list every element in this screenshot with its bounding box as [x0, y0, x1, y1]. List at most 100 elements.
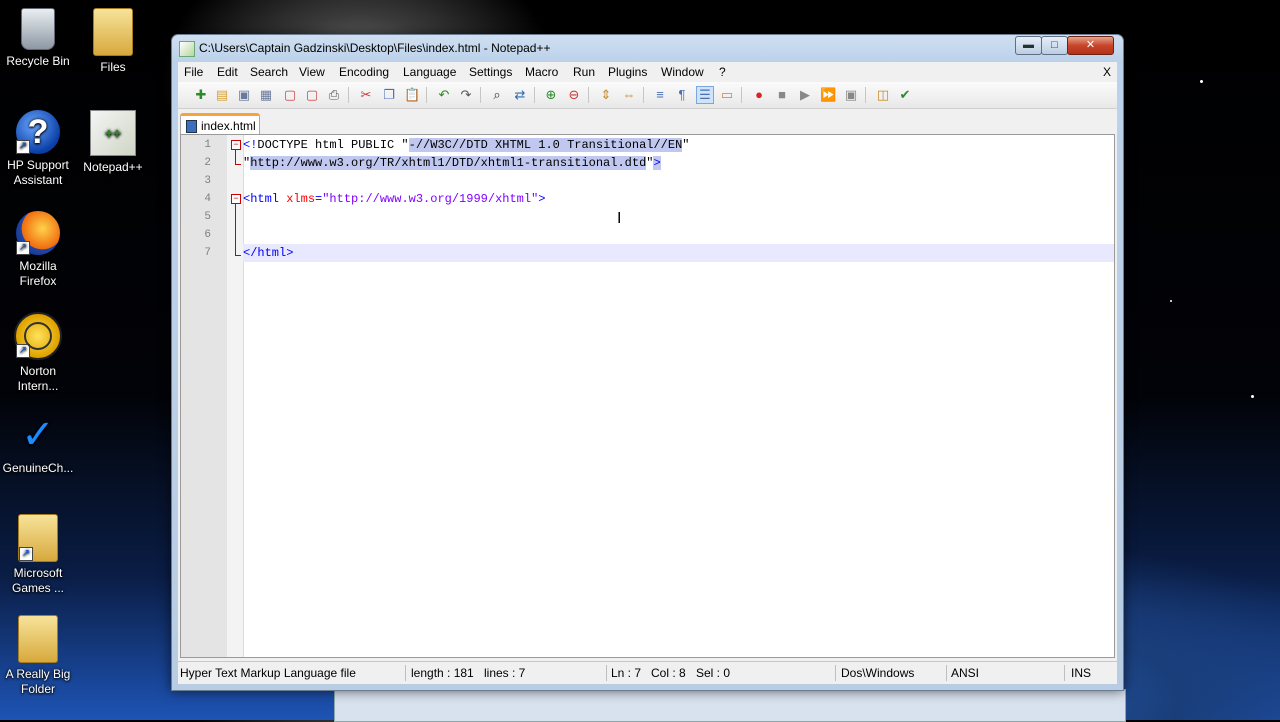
menu-edit[interactable]: Edit	[217, 65, 238, 79]
code-line[interactable]	[243, 208, 1114, 226]
find-icon[interactable]: ⌕	[489, 87, 505, 103]
close-icon[interactable]: ▢	[282, 87, 298, 103]
desktop-icon-label: A Really Big Folder	[5, 667, 71, 696]
code-token: -//W3C//DTD XHTML 1.0 Transitional//EN	[408, 138, 683, 152]
code-token: http://www.w3.org/TR/xhtml1/DTD/xhtml1-t…	[250, 156, 647, 170]
code-token: "	[682, 138, 690, 152]
notepadpp-icon: ++	[90, 110, 136, 156]
play-macro-icon[interactable]: ▶	[797, 87, 813, 103]
maximize-button[interactable]: □	[1041, 36, 1068, 55]
desktop-icon-recycle-bin[interactable]: Recycle Bin	[0, 8, 76, 69]
toolbar-separator	[426, 87, 427, 103]
replace-icon[interactable]: ⇄	[512, 87, 528, 103]
notepadpp-window: C:\Users\Captain Gadzinski\Desktop\Files…	[171, 34, 1124, 691]
close-button[interactable]: ✕	[1067, 36, 1114, 55]
run-macro-multiple-icon[interactable]: ⏩	[820, 87, 836, 103]
close-all-icon[interactable]: ▢	[304, 87, 320, 103]
menu-window[interactable]: Window	[661, 65, 704, 79]
background-window	[334, 689, 1126, 722]
cut-icon[interactable]: ✂	[358, 87, 374, 103]
toolbar-separator	[480, 87, 481, 103]
status-sel: Sel : 0	[696, 666, 731, 680]
minimize-button[interactable]: ▬	[1015, 36, 1042, 55]
save-all-icon[interactable]: ▦	[258, 87, 274, 103]
menu-view[interactable]: View	[299, 65, 325, 79]
new-file-icon[interactable]: ✚	[193, 87, 209, 103]
desktop-icon-norton[interactable]: ↗ Norton Intern...	[0, 312, 76, 394]
spell-check-icon[interactable]: ✔	[897, 87, 913, 103]
monitor-icon[interactable]: ◫	[875, 87, 891, 103]
desktop-icon-big-folder[interactable]: A Really Big Folder	[0, 615, 76, 697]
user-lang-icon[interactable]: ▭	[719, 87, 735, 103]
sync-v-icon[interactable]: ⇕	[598, 87, 614, 103]
status-encoding: ANSI	[951, 666, 980, 680]
menu-search[interactable]: Search	[250, 65, 288, 79]
desktop-icon-microsoft-games[interactable]: ↗ Microsoft Games ...	[0, 514, 76, 596]
zoom-out-icon[interactable]: ⊖	[566, 87, 582, 103]
star	[1251, 395, 1254, 398]
desktop-icon-hp-support[interactable]: ? ↗ HP Support Assistant	[0, 110, 76, 188]
menu-encoding[interactable]: Encoding	[339, 65, 389, 79]
line-number: 2	[204, 157, 211, 169]
desktop-icon-label: HP Support Assistant	[7, 158, 69, 187]
title-bar[interactable]: C:\Users\Captain Gadzinski\Desktop\Files…	[172, 35, 1123, 61]
menu-plugins[interactable]: Plugins	[608, 65, 647, 79]
line-number: 3	[204, 175, 211, 187]
code-line[interactable]: </html>	[243, 244, 1114, 262]
status-separator	[606, 665, 607, 681]
client-area: File Edit Search View Encoding Language …	[178, 62, 1117, 684]
code-line[interactable]	[243, 172, 1114, 190]
copy-icon[interactable]: ❐	[381, 87, 397, 103]
menu-language[interactable]: Language	[403, 65, 456, 79]
print-icon[interactable]: ⎙	[326, 87, 342, 103]
text-cursor-icon: I	[617, 210, 622, 227]
folder-icon: ↗	[18, 514, 58, 562]
folder-icon	[93, 8, 133, 56]
save-icon[interactable]: ▣	[236, 87, 252, 103]
desktop-icon-firefox[interactable]: ↗ Mozilla Firefox	[0, 211, 76, 289]
desktop-icon-notepadpp[interactable]: ++ Notepad++	[75, 110, 151, 175]
status-separator	[946, 665, 947, 681]
desktop-icon-label: Mozilla Firefox	[19, 259, 57, 288]
stop-macro-icon[interactable]: ■	[774, 87, 790, 103]
word-wrap-icon[interactable]: ≡	[652, 87, 668, 103]
tab-bar: index.html	[178, 110, 1117, 136]
desktop-icon-label: Notepad++	[83, 160, 143, 174]
desktop-icon-genuinecheck[interactable]: ✓ GenuineCh...	[0, 413, 76, 476]
menu-file[interactable]: File	[184, 65, 203, 79]
save-macro-icon[interactable]: ▣	[843, 87, 859, 103]
indent-guide-icon[interactable]: ☰	[696, 86, 714, 104]
sync-h-icon[interactable]: ⇔	[621, 87, 637, 103]
code-area[interactable]: <!DOCTYPE html PUBLIC "-//W3C//DTD XHTML…	[243, 135, 1114, 657]
desktop-icon-files[interactable]: Files	[75, 8, 151, 75]
code-line[interactable]: "http://www.w3.org/TR/xhtml1/DTD/xhtml1-…	[243, 154, 1114, 172]
toolbar-separator	[741, 87, 742, 103]
open-file-icon[interactable]: ▤	[214, 87, 230, 103]
status-insert-mode: INS	[1071, 666, 1092, 680]
fold-toggle-icon[interactable]: −	[231, 140, 241, 150]
app-icon	[179, 41, 195, 57]
code-line[interactable]	[243, 226, 1114, 244]
fold-line	[235, 150, 236, 164]
redo-icon[interactable]: ↷	[458, 87, 474, 103]
code-editor[interactable]: − − 1 2 3 4 5 6 7 <!DOCTYPE html PUBLIC "-//W3…	[180, 134, 1115, 658]
toolbar-separator	[348, 87, 349, 103]
code-token: >	[653, 156, 661, 170]
menu-run[interactable]: Run	[573, 65, 595, 79]
paste-icon[interactable]: 📋	[404, 87, 420, 103]
tab-index-html[interactable]: index.html	[180, 113, 260, 136]
code-line[interactable]: <html xlms="http://www.w3.org/1999/xhtml…	[243, 190, 1114, 208]
zoom-in-icon[interactable]: ⊕	[543, 87, 559, 103]
code-token: >	[538, 192, 546, 206]
close-document-button[interactable]: X	[1103, 65, 1111, 79]
menu-help[interactable]: ?	[719, 65, 726, 79]
status-eol: Dos\Windows	[841, 666, 915, 680]
code-line[interactable]: <!DOCTYPE html PUBLIC "-//W3C//DTD XHTML…	[243, 136, 1114, 154]
menu-settings[interactable]: Settings	[469, 65, 512, 79]
menu-macro[interactable]: Macro	[525, 65, 558, 79]
undo-icon[interactable]: ↶	[436, 87, 452, 103]
record-macro-icon[interactable]: ●	[751, 87, 767, 103]
show-all-chars-icon[interactable]: ¶	[674, 87, 690, 103]
fold-toggle-icon[interactable]: −	[231, 194, 241, 204]
line-number: 7	[204, 247, 211, 259]
